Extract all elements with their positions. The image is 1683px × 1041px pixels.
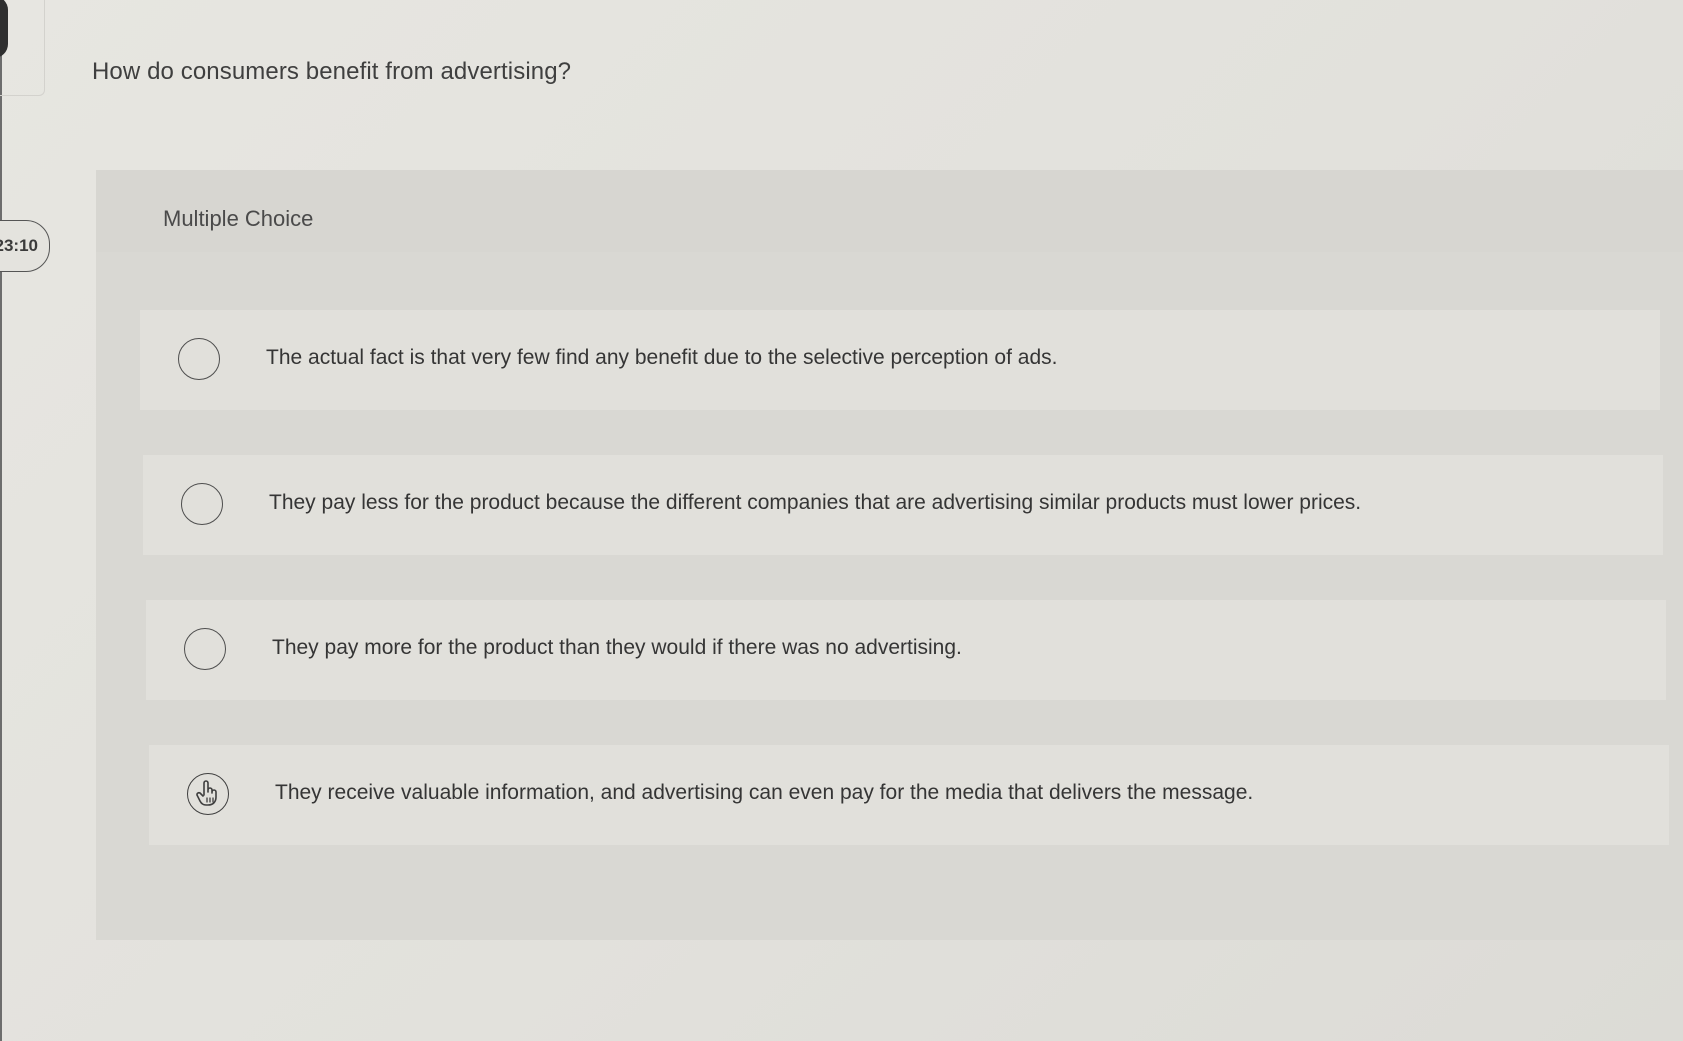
radio-button-icon[interactable] xyxy=(181,483,223,525)
choice-label: They receive valuable information, and a… xyxy=(275,781,1254,804)
choice-option-1[interactable]: The actual fact is that very few find an… xyxy=(140,310,1660,410)
left-rail xyxy=(0,0,2,1041)
choice-label: They pay less for the product because th… xyxy=(269,491,1362,514)
radio-button-icon[interactable] xyxy=(187,773,229,815)
choice-option-3[interactable]: They pay more for the product than they … xyxy=(146,600,1666,700)
top-tab-handle xyxy=(0,0,8,58)
question-title: How do consumers benefit from advertisin… xyxy=(92,58,572,85)
panel-header: Multiple Choice xyxy=(96,170,1683,252)
question-type-label: Multiple Choice xyxy=(163,206,314,231)
choice-label: The actual fact is that very few find an… xyxy=(266,346,1058,369)
hand-pointer-icon xyxy=(196,780,217,806)
choice-option-4[interactable]: They receive valuable information, and a… xyxy=(149,745,1669,845)
choice-label: They pay more for the product than they … xyxy=(272,636,962,659)
multiple-choice-panel: Multiple Choice The actual fact is that … xyxy=(96,170,1683,940)
timer-badge[interactable]: 23:10 xyxy=(0,220,50,272)
timer-text: 23:10 xyxy=(0,236,38,255)
radio-button-icon[interactable] xyxy=(178,338,220,380)
radio-button-icon[interactable] xyxy=(184,628,226,670)
choice-option-2[interactable]: They pay less for the product because th… xyxy=(143,455,1663,555)
